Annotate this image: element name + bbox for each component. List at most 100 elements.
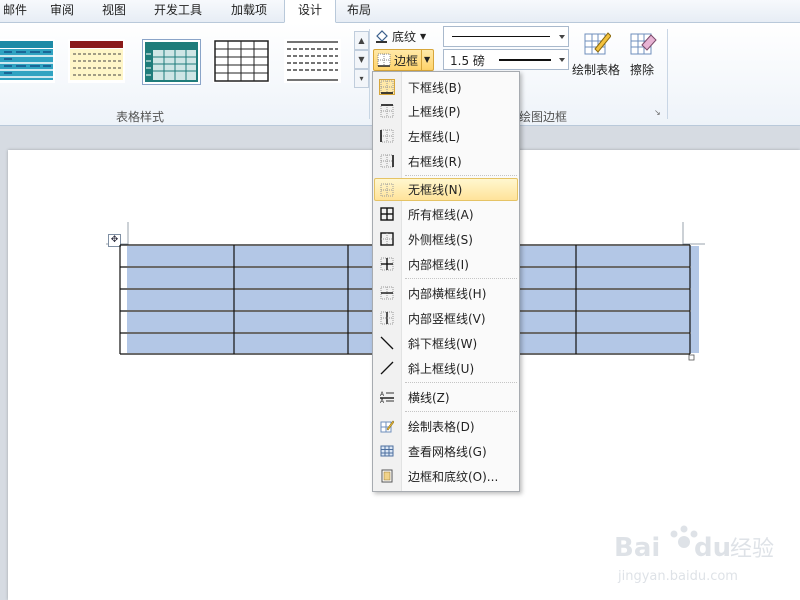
- menu-item-top-border[interactable]: 上框线(P): [375, 100, 517, 122]
- menu-item-diagonal-down-border[interactable]: 斜下框线(W): [375, 332, 517, 354]
- chevron-down-icon: [559, 34, 565, 39]
- line-style-dropdown[interactable]: [443, 26, 569, 47]
- draw-borders-group-label: 绘图边框: [519, 110, 568, 124]
- borders-button[interactable]: 边框 ▼: [373, 49, 434, 71]
- gallery-more-button[interactable]: ▾: [354, 69, 369, 88]
- line-style-sample: [452, 36, 550, 37]
- menu-item-right-border[interactable]: 右框线(R): [375, 150, 517, 172]
- no-border-icon: [380, 183, 394, 197]
- shading-button[interactable]: 底纹 ▼: [374, 27, 426, 45]
- gallery-scroll-up-button[interactable]: ▲: [354, 31, 369, 50]
- menu-item-label: 查看网格线(G): [408, 444, 487, 459]
- tab-layout[interactable]: 布局: [336, 0, 382, 22]
- borders-grid-icon: [377, 53, 391, 67]
- table-style-swatch-blue[interactable]: [0, 39, 55, 83]
- draw-table-pencil-icon: [584, 32, 611, 55]
- draw-table-button[interactable]: 绘制表格: [570, 29, 622, 83]
- outside-borders-icon: [380, 232, 394, 246]
- tab-developer[interactable]: 开发工具: [146, 0, 210, 22]
- menu-separator: [405, 175, 517, 176]
- menu-item-horizontal-line[interactable]: AA 横线(Z): [375, 386, 517, 408]
- view-gridlines-icon: [380, 444, 394, 458]
- line-weight-value: 1.5 磅: [450, 54, 485, 68]
- horizontal-line-icon: AA: [380, 390, 394, 405]
- diagonal-up-border-icon: [380, 361, 394, 375]
- menu-item-label: 外侧框线(S): [408, 232, 473, 247]
- menu-item-label: 上框线(P): [408, 104, 461, 119]
- dialog-launcher-icon[interactable]: ↘: [654, 109, 662, 117]
- menu-separator: [405, 411, 517, 412]
- table-style-swatch-rules[interactable]: [284, 39, 341, 83]
- diagonal-down-border-icon: [380, 336, 394, 350]
- table-resize-handle: [688, 354, 695, 361]
- menu-item-label: 内部竖框线(V): [408, 311, 486, 326]
- table-style-swatch-maroon[interactable]: [68, 39, 125, 83]
- svg-text:jingyan.baidu.com: jingyan.baidu.com: [617, 569, 738, 584]
- menu-item-label: 内部横框线(H): [408, 286, 487, 301]
- draw-table-icon: [380, 419, 395, 433]
- svg-text:Bai: Bai: [614, 533, 660, 563]
- tab-review[interactable]: 审阅: [42, 0, 82, 22]
- menu-separator: [405, 382, 517, 383]
- eraser-icon: [630, 33, 657, 55]
- svg-text:A: A: [380, 391, 385, 398]
- menu-item-label: 右框线(R): [408, 154, 462, 169]
- gallery-scroll-down-button[interactable]: ▼: [354, 50, 369, 69]
- menu-item-label: 斜下框线(W): [408, 336, 478, 351]
- right-border-icon: [380, 154, 394, 168]
- menu-item-label: 所有框线(A): [408, 207, 474, 222]
- bottom-border-icon: [379, 79, 395, 95]
- menu-item-borders-and-shading[interactable]: 边框和底纹(O)...: [375, 465, 517, 487]
- tab-addins[interactable]: 加载项: [222, 0, 276, 22]
- inside-borders-icon: [380, 257, 394, 271]
- menu-item-bottom-border[interactable]: 下框线(B): [375, 76, 517, 98]
- menu-item-label: 左框线(L): [408, 129, 461, 144]
- borders-dropdown-menu: 下框线(B) 上框线(P) 左框线(L) 右框线(R) 无框线(N) 所有框线(…: [372, 71, 520, 492]
- menu-item-all-borders[interactable]: 所有框线(A): [375, 203, 517, 225]
- shading-label: 底纹: [392, 29, 417, 44]
- menu-item-inside-vertical-border[interactable]: 内部竖框线(V): [375, 307, 517, 329]
- menu-item-inside-horizontal-border[interactable]: 内部横框线(H): [375, 282, 517, 304]
- chevron-down-icon[interactable]: ▼: [421, 50, 430, 70]
- menu-item-no-border[interactable]: 无框线(N): [374, 178, 518, 201]
- inside-horizontal-border-icon: [380, 286, 394, 300]
- menu-item-label: 斜上框线(U): [408, 361, 475, 376]
- line-weight-sample: [499, 59, 551, 61]
- tab-view[interactable]: 视图: [92, 0, 136, 22]
- menu-item-label: 内部框线(I): [408, 257, 469, 272]
- ribbon-tab-bar: 邮件 审阅 视图 开发工具 加载项 设计 布局: [0, 0, 800, 23]
- menu-separator: [405, 278, 517, 279]
- table-style-swatch-teal-grid[interactable]: [142, 39, 201, 85]
- svg-text:du: du: [694, 533, 731, 563]
- line-weight-dropdown[interactable]: 1.5 磅: [443, 49, 569, 70]
- tab-mailings[interactable]: 邮件: [0, 0, 30, 22]
- menu-item-label: 横线(Z): [408, 390, 450, 405]
- borders-label: 边框: [394, 53, 419, 68]
- borders-shading-icon: [380, 469, 394, 483]
- eraser-label: 擦除: [629, 63, 654, 77]
- menu-item-view-gridlines[interactable]: 查看网格线(G): [375, 440, 517, 462]
- svg-text:A: A: [380, 398, 385, 404]
- svg-text:经验: 经验: [730, 537, 774, 562]
- menu-item-label: 无框线(N): [408, 183, 463, 197]
- menu-item-label: 边框和底纹(O)...: [408, 469, 499, 484]
- menu-item-outside-borders[interactable]: 外侧框线(S): [375, 228, 517, 250]
- left-border-icon: [380, 129, 394, 143]
- table-style-swatch-grid[interactable]: [213, 39, 270, 83]
- menu-item-draw-table[interactable]: 绘制表格(D): [375, 415, 517, 437]
- inside-vertical-border-icon: [380, 311, 394, 325]
- tab-design[interactable]: 设计: [284, 0, 336, 23]
- shading-bucket-icon: [376, 30, 388, 43]
- menu-item-label: 绘制表格(D): [408, 419, 475, 434]
- baidu-jingyan-watermark: Bai du 经验 jingyan.baidu.com: [614, 525, 774, 584]
- eraser-button[interactable]: 擦除: [624, 29, 660, 83]
- table-styles-group-label: 表格样式: [116, 110, 165, 124]
- chevron-down-icon: [559, 57, 565, 62]
- all-borders-icon: [380, 207, 394, 221]
- group-separator: [667, 29, 668, 119]
- menu-item-diagonal-up-border[interactable]: 斜上框线(U): [375, 357, 517, 379]
- menu-item-inside-borders[interactable]: 内部框线(I): [375, 253, 517, 275]
- draw-table-label: 绘制表格: [571, 63, 620, 77]
- menu-item-left-border[interactable]: 左框线(L): [375, 125, 517, 147]
- menu-item-label: 下框线(B): [408, 80, 462, 95]
